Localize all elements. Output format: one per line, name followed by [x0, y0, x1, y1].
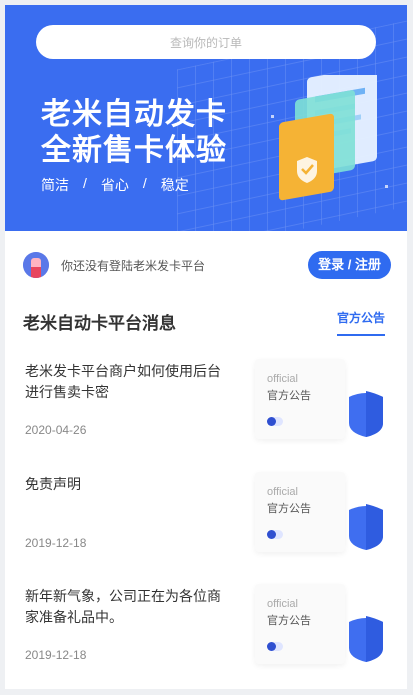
toggle-icon: [267, 417, 283, 426]
search-placeholder: 查询你的订单: [169, 35, 242, 50]
avatar-icon: [23, 252, 49, 278]
list-item[interactable]: 老米发卡平台商户如何使用后台进行售卖卡密 2020-04-26 official…: [5, 359, 407, 471]
login-register-button[interactable]: 登录 / 注册: [308, 251, 391, 279]
list-item[interactable]: 新年新气象，公司正在为各位商家准备礼品中。 2019-12-18 officia…: [5, 584, 407, 695]
news-date: 2019-12-18: [25, 536, 87, 550]
hero-tagline: 简洁 / 省心 / 稳定: [41, 175, 189, 195]
hero-tag: 省心: [100, 177, 129, 193]
login-prompt: 你还没有登陆老米发卡平台: [61, 258, 206, 273]
thumbnail-label-en: official: [267, 486, 298, 498]
news-date: 2019-12-18: [25, 648, 87, 662]
order-search-input[interactable]: 查询你的订单: [36, 25, 376, 59]
hero-tag: 稳定: [160, 177, 189, 193]
shield-icon: [349, 504, 383, 550]
page: 查询你的订单 老米自动发卡 全新售卡体验 简洁 / 省心 / 稳定 你还没有登陆…: [0, 0, 413, 695]
thumbnail-card: official 官方公告: [255, 472, 345, 552]
thumbnail-card: official 官方公告: [255, 359, 345, 439]
thumbnail-label-en: official: [267, 373, 298, 385]
hero-title: 老米自动发卡 全新售卡体验: [41, 97, 227, 169]
news-thumbnail: official 官方公告: [255, 584, 395, 670]
news-title: 免责声明: [25, 476, 81, 492]
content-card: 你还没有登陆老米发卡平台 登录 / 注册 老米自动卡平台消息 官方公告 老米发卡…: [5, 231, 407, 689]
thumbnail-label-cn: 官方公告: [267, 615, 311, 627]
thumbnail-label-cn: 官方公告: [267, 390, 311, 402]
shield-icon: [349, 616, 383, 662]
thumbnail-label-en: official: [267, 598, 298, 610]
toggle-icon: [267, 642, 283, 651]
thumbnail-label-cn: 官方公告: [267, 503, 311, 515]
hero-title-line1: 老米自动发卡: [41, 98, 227, 131]
hero-banner: 查询你的订单 老米自动发卡 全新售卡体验 简洁 / 省心 / 稳定: [5, 5, 407, 231]
news-section-title: 老米自动卡平台消息: [23, 314, 176, 333]
list-item[interactable]: 免责声明 2019-12-18 official 官方公告: [5, 472, 407, 584]
toggle-icon: [267, 530, 283, 539]
news-title: 新年新气象，公司正在为各位商家准备礼品中。: [25, 588, 221, 625]
tab-official-announcements[interactable]: 官方公告: [336, 309, 385, 336]
news-thumbnail: official 官方公告: [255, 472, 395, 558]
hero-title-line2: 全新售卡体验: [41, 134, 227, 167]
thumbnail-card: official 官方公告: [255, 584, 345, 664]
shield-icon: [349, 391, 383, 437]
hero-tag-separator: /: [142, 175, 147, 191]
hero-tag-separator: /: [83, 175, 87, 191]
hero-illustration-icon: [271, 75, 388, 201]
news-thumbnail: official 官方公告: [255, 359, 395, 445]
news-date: 2020-04-26: [25, 423, 87, 437]
news-title: 老米发卡平台商户如何使用后台进行售卖卡密: [25, 363, 221, 400]
login-row: 你还没有登陆老米发卡平台 登录 / 注册: [23, 249, 391, 281]
news-section-header: 老米自动卡平台消息 官方公告: [23, 305, 385, 337]
hero-tag: 简洁: [41, 177, 69, 193]
